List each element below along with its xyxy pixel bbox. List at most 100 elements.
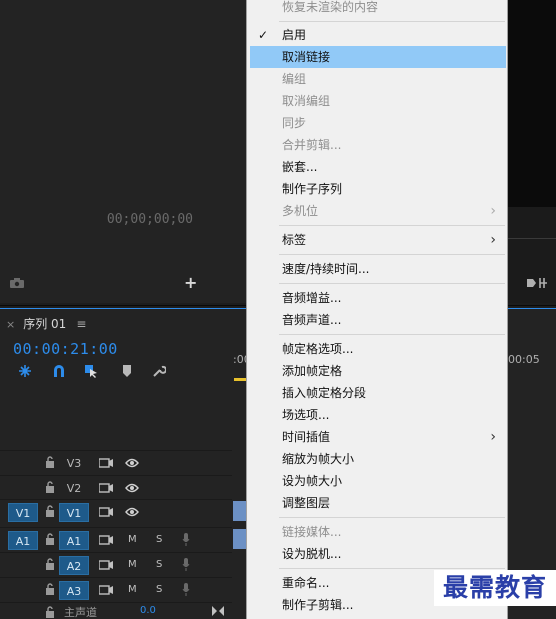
sequence-tab-label: 序列 01 [23,317,67,331]
sync-lock-icon[interactable] [99,483,113,493]
watermark-logo: 最需教育 [434,570,556,606]
menu-item-audio-channels[interactable]: 音频声道... [250,309,506,331]
menu-item-audio-gain[interactable]: 音频增益... [250,287,506,309]
menu-item-nest[interactable]: 嵌套... [250,156,506,178]
ruler-tick-label: 00:05 [508,353,540,366]
sequence-tab[interactable]: × 序列 01 ≡ [6,315,86,332]
menu-separator [279,568,505,569]
sync-lock-icon[interactable] [99,560,113,570]
menu-item-add-frame-hold[interactable]: 添加帧定格 [250,360,506,382]
close-tab-icon[interactable]: × [6,318,15,331]
track-a3: A3 M S [0,577,232,601]
audio-clip[interactable] [233,529,246,549]
menu-item-unlink[interactable]: 取消链接 [250,46,506,68]
submenu-arrow-icon: › [490,203,496,219]
checkmark-icon: ✓ [258,28,269,42]
export-frame-icon[interactable] [526,276,548,290]
menu-item-group[interactable]: 编组 [250,68,506,90]
clip-context-menu: 恢复未渲染的内容 ✓ 启用 取消链接 编组 取消编组 同步 合并剪辑... 嵌套.… [246,0,508,619]
track-name[interactable]: V3 [59,454,89,473]
camera-icon[interactable] [10,278,24,288]
menu-item-speed-duration[interactable]: 速度/持续时间... [250,258,506,280]
submenu-arrow-icon: › [490,232,496,248]
add-icon[interactable]: + [184,275,197,291]
program-scrubber[interactable] [506,238,556,252]
nest-sequence-icon[interactable] [18,364,32,378]
sync-lock-icon[interactable] [99,507,113,517]
panel-menu-icon[interactable]: ≡ [76,317,86,331]
menu-separator [279,225,505,226]
menu-item-make-offline[interactable]: 设为脱机... [250,543,506,565]
solo-button[interactable]: S [156,584,162,595]
menu-item-set-to-frame-size[interactable]: 设为帧大小 [250,470,506,492]
track-name[interactable]: A3 [59,581,89,600]
solo-button[interactable]: S [156,534,162,545]
microphone-icon[interactable] [182,583,190,596]
solo-button[interactable]: S [156,559,162,570]
menu-item-enable[interactable]: ✓ 启用 [250,24,506,46]
lock-icon[interactable] [45,583,55,595]
menu-separator [279,517,505,518]
snap-icon[interactable] [52,364,66,378]
track-name[interactable]: V1 [59,503,89,522]
source-monitor: 00;00;00;00 + [0,0,246,303]
menu-separator [279,254,505,255]
track-a1: A1 A1 M S [0,527,232,551]
master-label: 主声道 [64,606,97,619]
source-patch-a1[interactable]: A1 [8,531,38,550]
lock-icon[interactable] [45,481,55,493]
menu-separator [279,283,505,284]
menu-item-link-media[interactable]: 链接媒体... [250,521,506,543]
mute-button[interactable]: M [128,584,137,595]
linked-selection-icon[interactable] [84,364,98,378]
source-patch-v1[interactable]: V1 [8,503,38,522]
menu-item-field-options[interactable]: 场选项... [250,404,506,426]
sync-lock-icon[interactable] [99,585,113,595]
lock-icon[interactable] [45,606,55,618]
menu-item-synchronize[interactable]: 同步 [250,112,506,134]
mute-button[interactable]: M [128,559,137,570]
menu-item-adjustment-layer[interactable]: 调整图层 [250,492,506,514]
sync-lock-icon[interactable] [99,535,113,545]
microphone-icon[interactable] [182,533,190,546]
menu-item-label[interactable]: 标签 › [250,229,506,251]
add-marker-icon[interactable] [120,364,134,378]
menu-item-merge-clips[interactable]: 合并剪辑... [250,134,506,156]
playhead-timecode[interactable]: 00:00:21:00 [13,340,118,358]
menu-item-time-interpolation[interactable]: 时间插值 › [250,426,506,448]
work-area-bar[interactable] [234,378,246,381]
track-name[interactable]: V2 [59,479,89,498]
microphone-icon[interactable] [182,558,190,571]
master-volume-value[interactable]: 0.0 [140,605,156,616]
menu-item-multicam[interactable]: 多机位 › [250,200,506,222]
program-video-frame [506,0,556,207]
lock-icon[interactable] [45,558,55,570]
eye-icon[interactable] [125,458,139,468]
menu-item-ungroup[interactable]: 取消编组 [250,90,506,112]
track-v2: V2 [0,475,232,499]
menu-separator [279,21,505,22]
settings-wrench-icon[interactable] [152,364,166,378]
track-v3: V3 [0,450,232,474]
menu-item-restore-unrendered[interactable]: 恢复未渲染的内容 [250,0,506,18]
eye-icon[interactable] [125,483,139,493]
menu-item-insert-frame-hold-segment[interactable]: 插入帧定格分段 [250,382,506,404]
lock-icon[interactable] [45,533,55,545]
submenu-arrow-icon: › [490,429,496,445]
track-a2: A2 M S [0,552,232,576]
video-clip[interactable] [233,501,246,521]
track-name[interactable]: A2 [59,556,89,575]
source-timecode[interactable]: 00;00;00;00 [107,212,193,227]
menu-item-scale-to-frame-size[interactable]: 缩放为帧大小 [250,448,506,470]
track-master: 主声道 0.0 [0,602,232,619]
menu-item-frame-hold-options[interactable]: 帧定格选项... [250,338,506,360]
mute-button[interactable]: M [128,534,137,545]
track-v1: V1 V1 [0,499,232,523]
sync-lock-icon[interactable] [99,458,113,468]
go-to-end-icon[interactable] [212,606,224,616]
menu-item-make-subsequence[interactable]: 制作子序列 [250,178,506,200]
eye-icon[interactable] [125,507,139,517]
lock-icon[interactable] [45,505,55,517]
lock-icon[interactable] [45,456,55,468]
track-name[interactable]: A1 [59,531,89,550]
